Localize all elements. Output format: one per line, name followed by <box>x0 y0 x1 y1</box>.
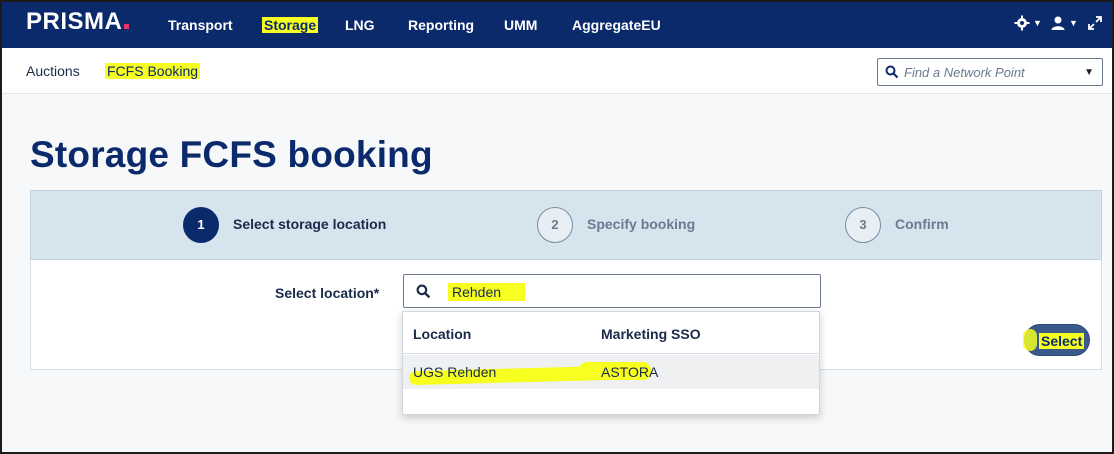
user-icon <box>1051 16 1065 31</box>
gear-icon <box>1014 15 1030 31</box>
chevron-down-icon: ▼ <box>1033 18 1042 29</box>
step-number: 2 <box>537 207 573 243</box>
nav-transport[interactable]: Transport <box>168 17 233 33</box>
booking-stepper: 1 Select storage location 2 Specify book… <box>30 190 1102 260</box>
prisma-logo[interactable]: PRISMA <box>26 8 130 36</box>
nav-aggregateeu[interactable]: AggregateEU <box>572 17 661 33</box>
step-label: Specify booking <box>587 216 696 232</box>
logo-dot <box>124 24 130 29</box>
chevron-down-icon: ▼ <box>1069 18 1078 29</box>
step-label: Confirm <box>895 216 949 232</box>
nav-lng[interactable]: LNG <box>345 17 375 33</box>
search-icon <box>885 65 899 79</box>
step-number: 3 <box>845 207 881 243</box>
network-point-search[interactable]: Find a Network Point ▼ <box>877 58 1103 86</box>
top-navigation: PRISMA Transport Storage LNG Reporting U… <box>2 2 1112 48</box>
step-number: 1 <box>183 207 219 243</box>
network-point-placeholder: Find a Network Point <box>904 65 1025 80</box>
nav-storage[interactable]: Storage <box>262 17 319 33</box>
page-title: Storage FCFS booking <box>30 134 433 175</box>
sub-navigation: Auctions FCFS Booking Find a Network Poi… <box>2 48 1112 94</box>
result-location: UGS Rehden <box>413 364 497 380</box>
step-label: Select storage location <box>233 216 387 232</box>
nav-umm[interactable]: UMM <box>504 17 537 33</box>
expand-icon <box>1088 16 1102 31</box>
location-search-value: Rehden <box>448 283 526 301</box>
select-button-label: Select <box>1039 333 1085 349</box>
results-header: Location Marketing SSO <box>403 312 819 354</box>
result-sso: ASTORA <box>601 364 659 380</box>
location-field-label: Select location* <box>275 285 380 301</box>
app-window: PRISMA Transport Storage LNG Reporting U… <box>0 0 1114 454</box>
nav-reporting[interactable]: Reporting <box>408 17 474 33</box>
column-marketing-sso: Marketing SSO <box>601 326 701 342</box>
subnav-fcfs-booking[interactable]: FCFS Booking <box>105 63 201 79</box>
column-location: Location <box>413 326 472 342</box>
result-row[interactable]: UGS Rehden ASTORA <box>403 355 819 389</box>
search-icon <box>416 284 431 299</box>
user-menu[interactable]: ▼ <box>1050 14 1078 36</box>
location-search-input[interactable]: Rehden <box>403 274 821 308</box>
chevron-down-icon[interactable]: ▼ <box>1084 67 1094 78</box>
expand-button[interactable] <box>1088 14 1102 36</box>
settings-menu[interactable]: ▼ <box>1014 14 1042 36</box>
select-button[interactable]: Select <box>1023 324 1090 356</box>
location-results-dropdown: Location Marketing SSO UGS Rehden ASTORA <box>402 311 820 415</box>
subnav-auctions[interactable]: Auctions <box>26 63 80 79</box>
